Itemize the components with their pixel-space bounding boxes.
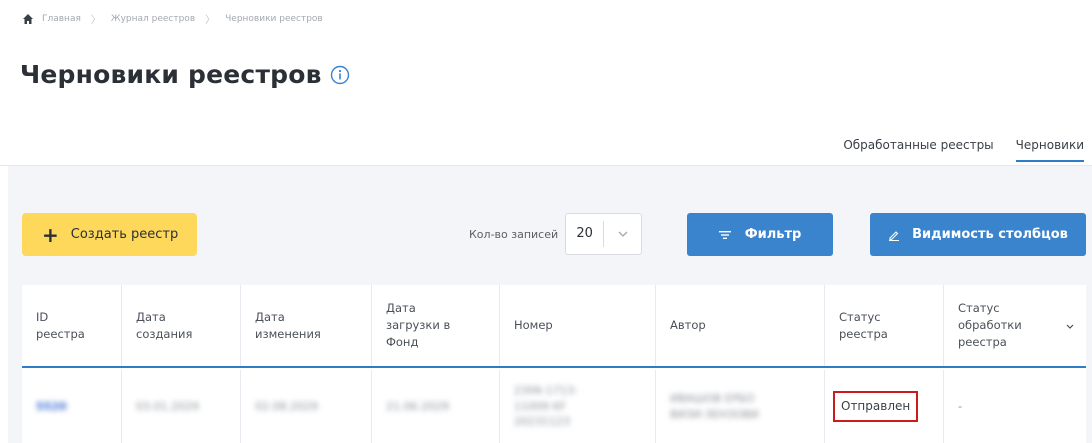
records-per-page: Кол-во записей 20 [469, 213, 643, 255]
table-header: ID реестра Дата создания Дата изменения … [22, 285, 1086, 368]
chevron-down-icon[interactable] [1066, 317, 1074, 334]
tabs: Обработанные реестры Черновики [821, 134, 1084, 162]
tab-processed[interactable]: Обработанные реестры [843, 134, 993, 162]
breadcrumb-home[interactable]: Главная [42, 14, 81, 24]
filter-button[interactable]: Фильтр [687, 213, 833, 256]
registry-number: 2306-1713- 11009 KF 20231123 [514, 383, 578, 429]
breadcrumb-current: Черновики реестров [225, 13, 323, 24]
col-header-id[interactable]: ID реестра [22, 285, 122, 366]
modified-date: 02.08.2029 [255, 399, 318, 413]
chevron-down-icon [604, 231, 641, 237]
processing-status: - [958, 399, 963, 414]
column-visibility-button[interactable]: Видимость столбцов [870, 213, 1086, 256]
page-title-text: Черновики реестров [20, 60, 322, 89]
tab-drafts[interactable]: Черновики [1015, 134, 1084, 162]
create-registry-button[interactable]: + Создать реестр [22, 213, 197, 256]
registry-id-link[interactable]: 5520 [36, 399, 67, 415]
chevron-right-icon: 〉 [90, 15, 101, 26]
home-icon[interactable] [22, 13, 34, 25]
records-value: 20 [566, 221, 605, 247]
col-header-created[interactable]: Дата создания [122, 285, 241, 366]
chevron-right-icon: 〉 [205, 15, 216, 26]
table-row[interactable]: 5520 03.01.2029 02.08.2029 21.06.2029 23… [22, 370, 1086, 443]
col-header-processing-status[interactable]: Статус обработки реестра [944, 285, 1086, 366]
records-select[interactable]: 20 [565, 213, 643, 255]
uploaded-date: 21.06.2029 [386, 399, 449, 413]
column-visibility-label: Видимость столбцов [912, 227, 1068, 242]
records-label: Кол-во записей [469, 227, 559, 241]
info-icon[interactable] [330, 65, 350, 85]
col-header-uploaded[interactable]: Дата загрузки в Фонд [372, 285, 500, 366]
col-header-number[interactable]: Номер [500, 285, 656, 366]
filter-icon [718, 230, 731, 240]
author: ИВАШОВ ЕРБО ВИЗИ-ЗЕНЗОВИ [670, 391, 759, 421]
created-date: 03.01.2029 [136, 399, 199, 413]
pencil-icon [888, 229, 900, 241]
col-header-modified[interactable]: Дата изменения [241, 285, 372, 366]
status-badge[interactable]: Отправлен [833, 390, 919, 423]
col-header-status[interactable]: Статус реестра [825, 285, 944, 366]
breadcrumb: Главная 〉 Журнал реестров 〉 Черновики ре… [22, 11, 323, 26]
registry-table: ID реестра Дата создания Дата изменения … [22, 285, 1086, 443]
col-header-author[interactable]: Автор [656, 285, 825, 366]
page-title: Черновики реестров [20, 60, 350, 89]
create-registry-label: Создать реестр [70, 227, 179, 242]
filter-label: Фильтр [744, 227, 802, 242]
plus-icon: + [42, 222, 59, 247]
breadcrumb-registry-journal[interactable]: Журнал реестров [111, 14, 195, 24]
